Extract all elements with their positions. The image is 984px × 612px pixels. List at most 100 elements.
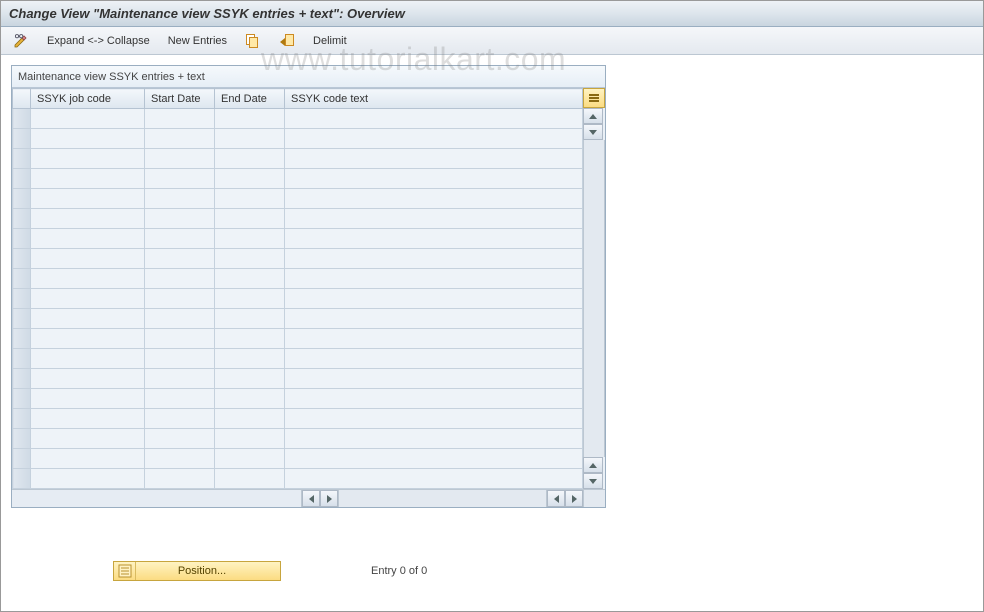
row-handle[interactable] bbox=[13, 229, 31, 249]
scroll-up-bottom-button[interactable] bbox=[583, 457, 603, 473]
cell[interactable] bbox=[215, 229, 285, 249]
row-handle[interactable] bbox=[13, 429, 31, 449]
cell[interactable] bbox=[215, 149, 285, 169]
cell[interactable] bbox=[31, 389, 145, 409]
col-header-ssyk-job-code[interactable]: SSYK job code bbox=[31, 89, 145, 109]
table-row[interactable] bbox=[13, 309, 583, 329]
cell[interactable] bbox=[285, 449, 583, 469]
expand-collapse-button[interactable]: Expand <-> Collapse bbox=[41, 31, 156, 51]
col-header-end-date[interactable]: End Date bbox=[215, 89, 285, 109]
scroll-right-button[interactable] bbox=[320, 490, 338, 507]
table-row[interactable] bbox=[13, 169, 583, 189]
table-row[interactable] bbox=[13, 209, 583, 229]
cell[interactable] bbox=[31, 349, 145, 369]
cell[interactable] bbox=[215, 289, 285, 309]
table-row[interactable] bbox=[13, 409, 583, 429]
cell[interactable] bbox=[145, 389, 215, 409]
cell[interactable] bbox=[145, 409, 215, 429]
row-handle[interactable] bbox=[13, 109, 31, 129]
select-all-button[interactable] bbox=[273, 31, 301, 51]
cell[interactable] bbox=[31, 229, 145, 249]
cell[interactable] bbox=[215, 189, 285, 209]
cell[interactable] bbox=[145, 449, 215, 469]
row-handle[interactable] bbox=[13, 409, 31, 429]
cell[interactable] bbox=[31, 189, 145, 209]
cell[interactable] bbox=[145, 169, 215, 189]
cell[interactable] bbox=[285, 229, 583, 249]
data-grid[interactable]: SSYK job code Start Date End Date SSYK c… bbox=[12, 88, 583, 489]
cell[interactable] bbox=[215, 249, 285, 269]
cell[interactable] bbox=[31, 449, 145, 469]
cell[interactable] bbox=[285, 329, 583, 349]
scroll-left-end-button[interactable] bbox=[547, 490, 565, 507]
cell[interactable] bbox=[215, 349, 285, 369]
cell[interactable] bbox=[285, 369, 583, 389]
cell[interactable] bbox=[145, 249, 215, 269]
table-row[interactable] bbox=[13, 329, 583, 349]
cell[interactable] bbox=[145, 149, 215, 169]
cell[interactable] bbox=[145, 129, 215, 149]
row-handle[interactable] bbox=[13, 129, 31, 149]
row-handle[interactable] bbox=[13, 269, 31, 289]
cell[interactable] bbox=[285, 289, 583, 309]
cell[interactable] bbox=[145, 469, 215, 489]
cell[interactable] bbox=[285, 389, 583, 409]
cell[interactable] bbox=[285, 129, 583, 149]
cell[interactable] bbox=[285, 409, 583, 429]
cell[interactable] bbox=[215, 329, 285, 349]
cell[interactable] bbox=[215, 169, 285, 189]
horizontal-scrollbar[interactable] bbox=[338, 490, 547, 507]
cell[interactable] bbox=[145, 329, 215, 349]
cell[interactable] bbox=[145, 289, 215, 309]
cell[interactable] bbox=[215, 369, 285, 389]
table-row[interactable] bbox=[13, 369, 583, 389]
col-header-ssyk-code-text[interactable]: SSYK code text bbox=[285, 89, 583, 109]
cell[interactable] bbox=[215, 309, 285, 329]
row-handle[interactable] bbox=[13, 389, 31, 409]
col-header-start-date[interactable]: Start Date bbox=[145, 89, 215, 109]
cell[interactable] bbox=[215, 409, 285, 429]
scroll-down-button[interactable] bbox=[583, 124, 603, 140]
cell[interactable] bbox=[31, 249, 145, 269]
cell[interactable] bbox=[285, 189, 583, 209]
cell[interactable] bbox=[215, 429, 285, 449]
cell[interactable] bbox=[145, 309, 215, 329]
cell[interactable] bbox=[31, 289, 145, 309]
row-handle[interactable] bbox=[13, 469, 31, 489]
cell[interactable] bbox=[215, 269, 285, 289]
delimit-button[interactable]: Delimit bbox=[307, 31, 353, 51]
table-row[interactable] bbox=[13, 289, 583, 309]
table-row[interactable] bbox=[13, 109, 583, 129]
position-button[interactable]: Position... bbox=[113, 561, 281, 581]
cell[interactable] bbox=[145, 229, 215, 249]
table-row[interactable] bbox=[13, 189, 583, 209]
cell[interactable] bbox=[31, 329, 145, 349]
cell[interactable] bbox=[285, 429, 583, 449]
scroll-up-button[interactable] bbox=[583, 108, 603, 124]
cell[interactable] bbox=[31, 309, 145, 329]
cell[interactable] bbox=[285, 109, 583, 129]
cell[interactable] bbox=[145, 269, 215, 289]
table-row[interactable] bbox=[13, 429, 583, 449]
cell[interactable] bbox=[285, 209, 583, 229]
row-handle[interactable] bbox=[13, 209, 31, 229]
row-handle[interactable] bbox=[13, 309, 31, 329]
cell[interactable] bbox=[31, 429, 145, 449]
cell[interactable] bbox=[31, 129, 145, 149]
cell[interactable] bbox=[285, 149, 583, 169]
row-handle[interactable] bbox=[13, 349, 31, 369]
cell[interactable] bbox=[31, 169, 145, 189]
cell[interactable] bbox=[215, 449, 285, 469]
cell[interactable] bbox=[285, 309, 583, 329]
cell[interactable] bbox=[285, 249, 583, 269]
cell[interactable] bbox=[31, 409, 145, 429]
row-handle[interactable] bbox=[13, 249, 31, 269]
copy-button[interactable] bbox=[239, 31, 267, 51]
table-row[interactable] bbox=[13, 149, 583, 169]
row-handle[interactable] bbox=[13, 169, 31, 189]
cell[interactable] bbox=[145, 349, 215, 369]
table-row[interactable] bbox=[13, 349, 583, 369]
cell[interactable] bbox=[31, 269, 145, 289]
cell[interactable] bbox=[215, 129, 285, 149]
table-row[interactable] bbox=[13, 249, 583, 269]
